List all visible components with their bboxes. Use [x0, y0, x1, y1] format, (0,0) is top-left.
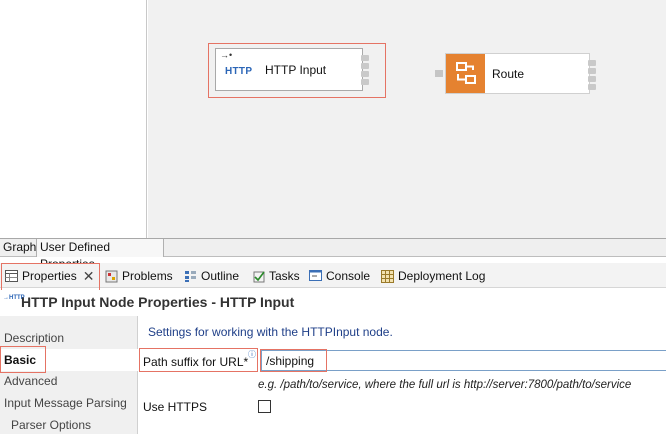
category-input-message-parsing[interactable]: Input Message Parsing — [0, 392, 138, 414]
tab-console-label: Console — [326, 269, 371, 283]
info-icon: ⓘ — [248, 350, 256, 359]
page-title: HTTP Input Node Properties - HTTP Input — [21, 294, 295, 310]
tab-console[interactable]: Console — [308, 267, 370, 285]
use-https-checkbox[interactable] — [258, 400, 271, 413]
palette-area — [0, 0, 147, 238]
basic-properties-form: Settings for working with the HTTPInput … — [139, 316, 666, 434]
route-node[interactable]: Route — [435, 53, 596, 94]
path-hint: e.g. /path/to/service, where the full ur… — [258, 379, 632, 391]
tab-deployment-log-label: Deployment Log — [398, 269, 486, 283]
tab-tasks-label: Tasks — [269, 269, 300, 283]
basic-category-highlight — [0, 346, 46, 373]
route-output-terminals[interactable] — [588, 60, 596, 92]
console-icon — [308, 269, 322, 283]
tab-user-defined-properties[interactable]: User Defined Properties — [36, 239, 164, 271]
flow-canvas[interactable] — [148, 0, 666, 238]
editor-tabs: Graph User Defined Properties — [0, 238, 666, 271]
property-category-list: Description Basic Advanced Input Message… — [0, 316, 139, 434]
category-parser-options[interactable]: Parser Options — [0, 414, 138, 434]
tab-outline-label: Outline — [201, 269, 240, 283]
deployment-log-icon — [380, 269, 394, 283]
path-value-highlight — [260, 349, 327, 372]
problems-icon — [104, 269, 118, 283]
tab-tasks[interactable]: Tasks — [251, 267, 300, 285]
tab-outline[interactable]: Outline — [183, 267, 239, 285]
route-node-label: Route — [492, 67, 525, 81]
use-https-label: Use HTTPS — [143, 400, 208, 414]
input-terminal[interactable] — [435, 70, 443, 77]
tab-problems[interactable]: Problems — [104, 267, 173, 285]
tab-deployment-log[interactable]: Deployment Log — [380, 267, 485, 285]
http-node-highlight — [208, 43, 386, 98]
properties-header: →HTTP HTTP Input Node Properties - HTTP … — [0, 290, 666, 316]
route-node-icon — [446, 54, 485, 93]
category-advanced[interactable]: Advanced — [0, 370, 138, 392]
path-label-highlight — [139, 348, 258, 372]
tab-graph[interactable]: Graph — [0, 239, 36, 257]
outline-icon — [183, 269, 197, 283]
tasks-icon — [251, 269, 265, 283]
tab-problems-label: Problems — [122, 269, 173, 283]
properties-tab-highlight — [1, 263, 100, 292]
settings-description: Settings for working with the HTTPInput … — [148, 325, 393, 339]
